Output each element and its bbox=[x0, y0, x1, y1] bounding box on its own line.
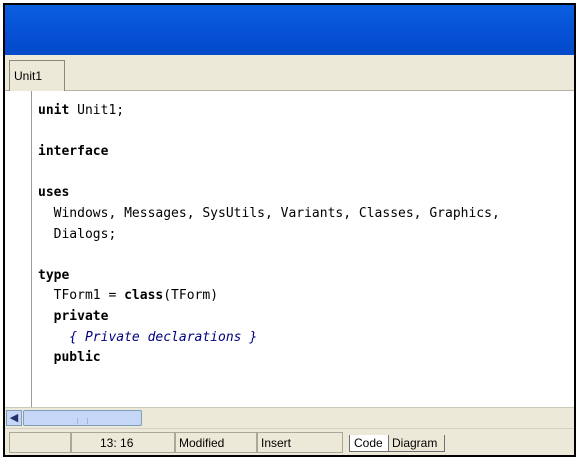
code-line[interactable]: TForm1 = class(TForm) bbox=[38, 286, 500, 307]
code-token: Unit1; bbox=[69, 103, 125, 118]
code-token: unit bbox=[38, 103, 70, 118]
scroll-left-arrow-icon[interactable]: ◀ bbox=[6, 410, 22, 426]
insert-mode-indicator: Insert bbox=[257, 432, 343, 453]
code-line[interactable] bbox=[38, 122, 500, 143]
code-token: public bbox=[53, 350, 101, 366]
code-text[interactable]: unit Unit1; interface uses Windows, Mess… bbox=[38, 101, 500, 369]
code-editor[interactable]: unit Unit1; interface uses Windows, Mess… bbox=[5, 91, 574, 407]
tab-diagram[interactable]: Diagram bbox=[387, 435, 445, 452]
horizontal-scrollbar[interactable]: ◀ bbox=[5, 407, 574, 428]
code-token: Dialogs; bbox=[38, 226, 117, 242]
code-line[interactable]: { Private declarations } bbox=[38, 328, 500, 349]
code-token: uses bbox=[38, 185, 70, 201]
editor-tab-strip: Unit1 bbox=[5, 55, 574, 91]
ide-window: Unit1 unit Unit1; interface uses Windows… bbox=[3, 3, 576, 457]
title-bar[interactable] bbox=[5, 5, 574, 55]
code-line[interactable] bbox=[38, 245, 500, 266]
tab-code[interactable]: Code bbox=[349, 435, 389, 452]
modified-indicator: Modified bbox=[175, 432, 257, 453]
cursor-position: 13: 16 bbox=[71, 432, 175, 453]
code-token: (TForm) bbox=[163, 288, 219, 304]
code-line[interactable]: unit Unit1; bbox=[38, 101, 500, 122]
code-line[interactable]: uses bbox=[38, 183, 500, 204]
status-bar: 13: 16 Modified Insert Code Diagram bbox=[5, 428, 574, 455]
code-line[interactable] bbox=[38, 163, 500, 184]
code-token: { Private declarations } bbox=[38, 329, 258, 345]
code-token: class bbox=[124, 288, 164, 304]
code-token: Windows, Messages, SysUtils, Variants, C… bbox=[38, 205, 500, 221]
grip-icon bbox=[77, 418, 88, 424]
code-token: TForm1 = bbox=[38, 288, 125, 304]
code-token: interface bbox=[38, 144, 109, 160]
gutter-divider bbox=[31, 91, 32, 407]
code-line[interactable]: type bbox=[38, 266, 500, 287]
status-blank bbox=[9, 432, 71, 453]
code-line[interactable]: Windows, Messages, SysUtils, Variants, C… bbox=[38, 204, 500, 225]
tab-unit1[interactable]: Unit1 bbox=[9, 60, 65, 91]
view-tabs: Code Diagram bbox=[343, 429, 445, 455]
code-line[interactable]: interface bbox=[38, 142, 500, 163]
code-token: type bbox=[38, 267, 70, 283]
code-line[interactable]: Dialogs; bbox=[38, 225, 500, 246]
code-token: private bbox=[53, 308, 109, 324]
code-line[interactable]: public bbox=[38, 348, 500, 369]
scroll-thumb[interactable] bbox=[23, 410, 142, 426]
code-line[interactable]: private bbox=[38, 307, 500, 328]
